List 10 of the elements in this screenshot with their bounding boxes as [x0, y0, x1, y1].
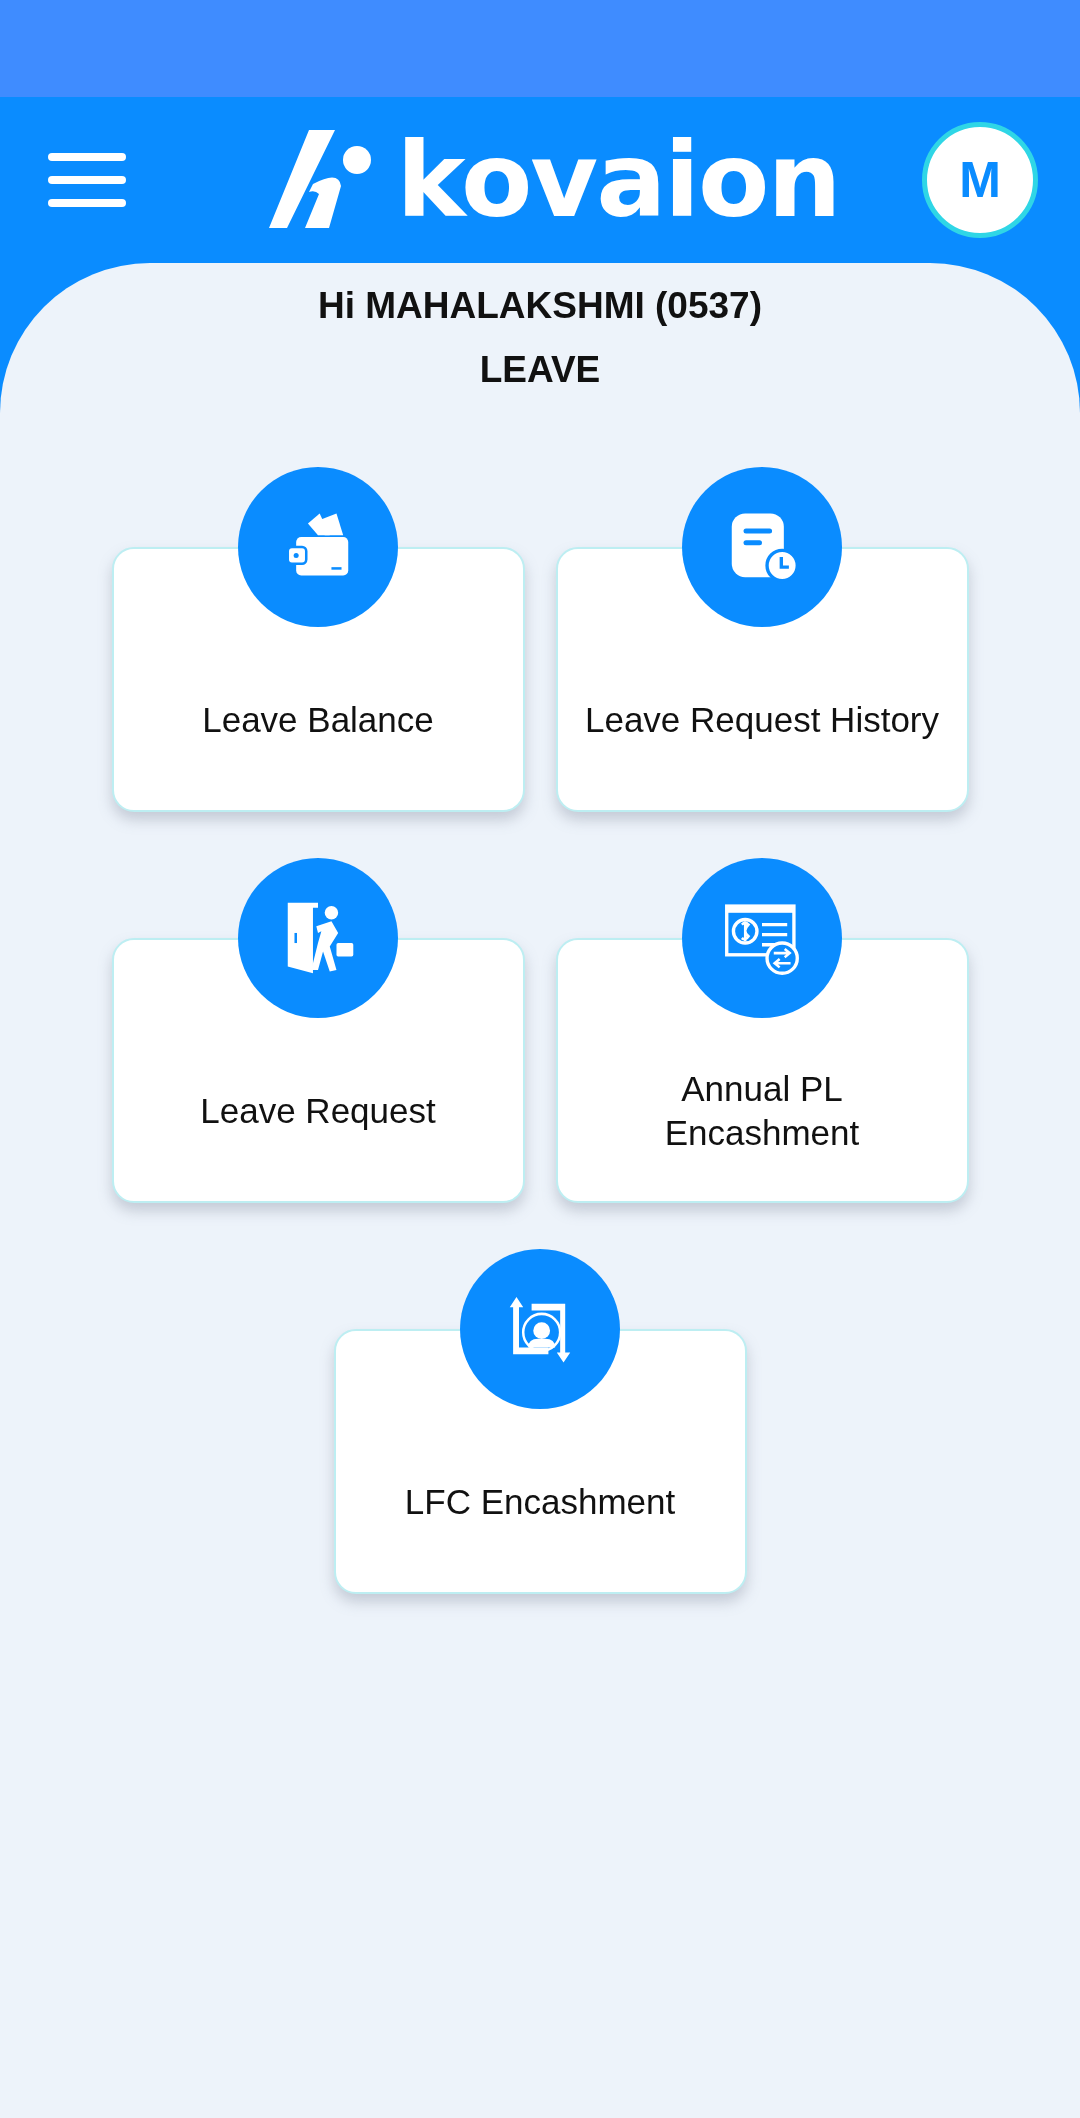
logo-text: kovaion [396, 128, 840, 232]
menu-icon[interactable] [48, 153, 126, 207]
card-label: Leave Balance [202, 698, 434, 741]
card-label: Leave Request History [584, 698, 940, 741]
card-label: LFC Encashment [404, 1480, 676, 1523]
section-title: LEAVE [479, 349, 601, 391]
logo-mark-icon [268, 130, 373, 230]
card-label: Annual PL Encashment [664, 1067, 860, 1154]
greeting-text: Hi MAHALAKSHMI (0537) [317, 285, 762, 327]
card-label: Leave Request [200, 1089, 436, 1132]
